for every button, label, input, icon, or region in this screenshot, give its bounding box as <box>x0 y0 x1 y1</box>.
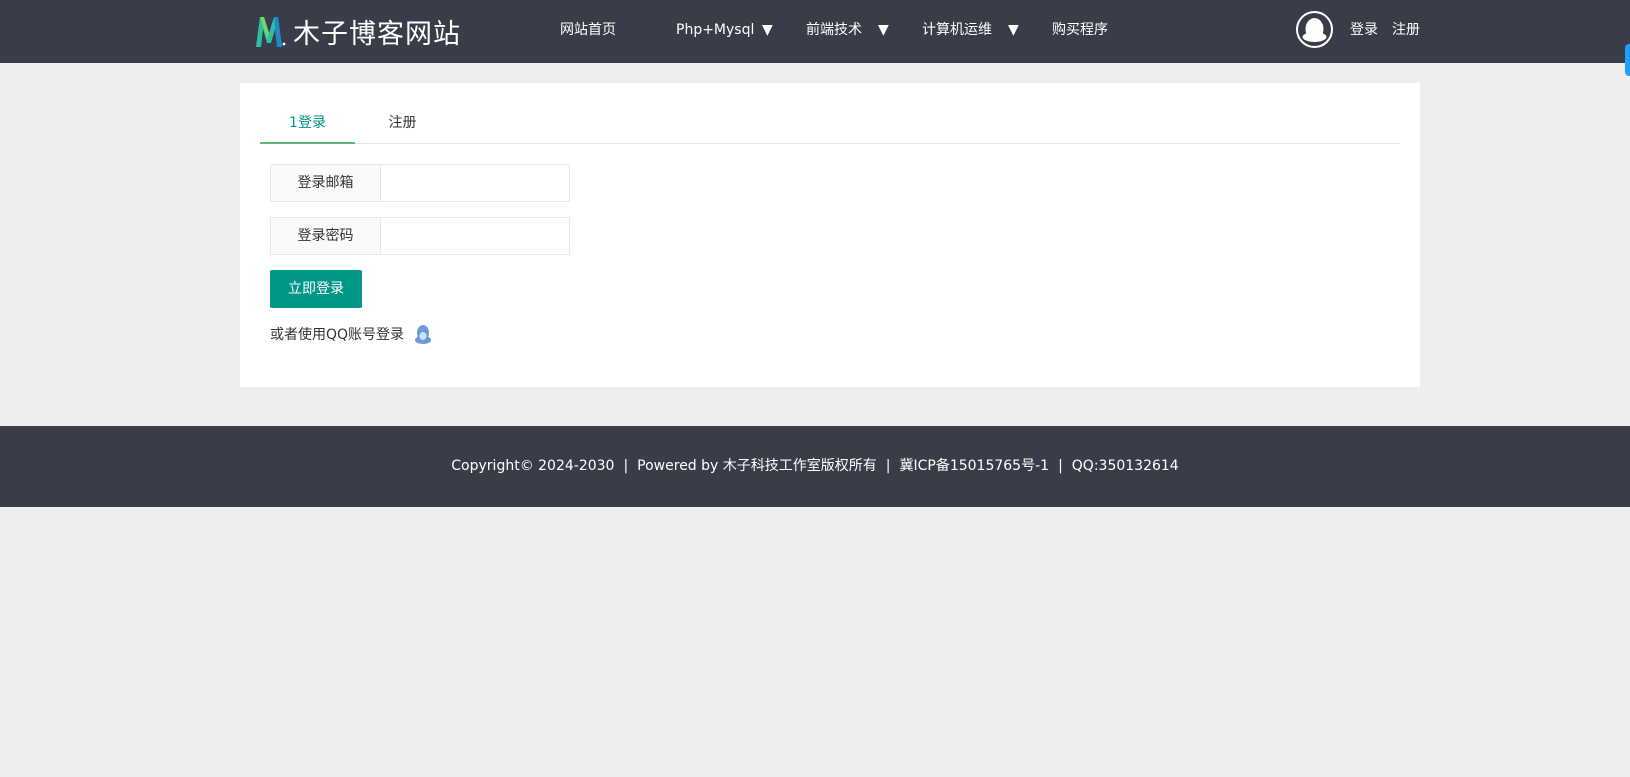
footer-powered: Powered by 木子科技工作室版权所有 <box>637 458 877 474</box>
login-submit-button[interactable]: 立即登录 <box>270 270 362 308</box>
footer-icp[interactable]: 冀ICP备15015765号-1 <box>899 458 1049 474</box>
login-card: 1登录 注册 登录邮箱 登录密码 立即登录 或者使用QQ账号登录 <box>240 83 1420 387</box>
chevron-down-icon[interactable]: ▼ <box>762 0 773 63</box>
footer-copyright: Copyright© 2024-2030 <box>451 458 615 474</box>
footer-separator: | <box>623 458 629 474</box>
nav-item-home[interactable]: 网站首页 <box>560 0 616 63</box>
avatar[interactable] <box>1296 11 1333 48</box>
nav-item-buy[interactable]: 购买程序 <box>1052 0 1108 63</box>
email-field[interactable] <box>380 164 570 202</box>
site-footer: Copyright© 2024-2030 | Powered by 木子科技工作室版… <box>0 426 1630 507</box>
top-header: 木子博客网站 网站首页 Php+Mysql ▼ 前端技术 ▼ 计算机运维 ▼ 购… <box>0 0 1630 76</box>
footer-separator: | <box>885 458 891 474</box>
email-label: 登录邮箱 <box>270 164 380 202</box>
password-field[interactable] <box>380 217 570 255</box>
chevron-down-icon[interactable]: ▼ <box>878 0 889 63</box>
chevron-down-icon[interactable]: ▼ <box>1008 0 1019 63</box>
site-name: 木子博客网站 <box>293 18 461 50</box>
tab-register[interactable]: 注册 <box>355 103 450 143</box>
qq-login-text: 或者使用QQ账号登录 <box>270 327 405 343</box>
nav-item-ops[interactable]: 计算机运维 <box>922 0 992 63</box>
tab-login[interactable]: 1登录 <box>260 103 355 144</box>
header-register-link[interactable]: 注册 <box>1392 0 1420 60</box>
footer-qq: QQ:350132614 <box>1071 458 1179 474</box>
password-label: 登录密码 <box>270 217 380 255</box>
nav-item-frontend[interactable]: 前端技术 <box>806 0 862 63</box>
m-letter-logo-icon <box>256 17 286 47</box>
nav-item-php-mysql[interactable]: Php+Mysql <box>676 0 754 63</box>
footer-separator: | <box>1058 458 1063 474</box>
qq-penguin-icon[interactable] <box>413 324 433 346</box>
header-login-link[interactable]: 登录 <box>1350 0 1378 60</box>
qq-penguin-icon <box>1298 13 1331 46</box>
tab-bar: 1登录 注册 <box>260 103 1400 144</box>
site-logo[interactable]: 木子博客网站 <box>253 12 461 50</box>
side-float-tab[interactable] <box>1625 44 1630 76</box>
